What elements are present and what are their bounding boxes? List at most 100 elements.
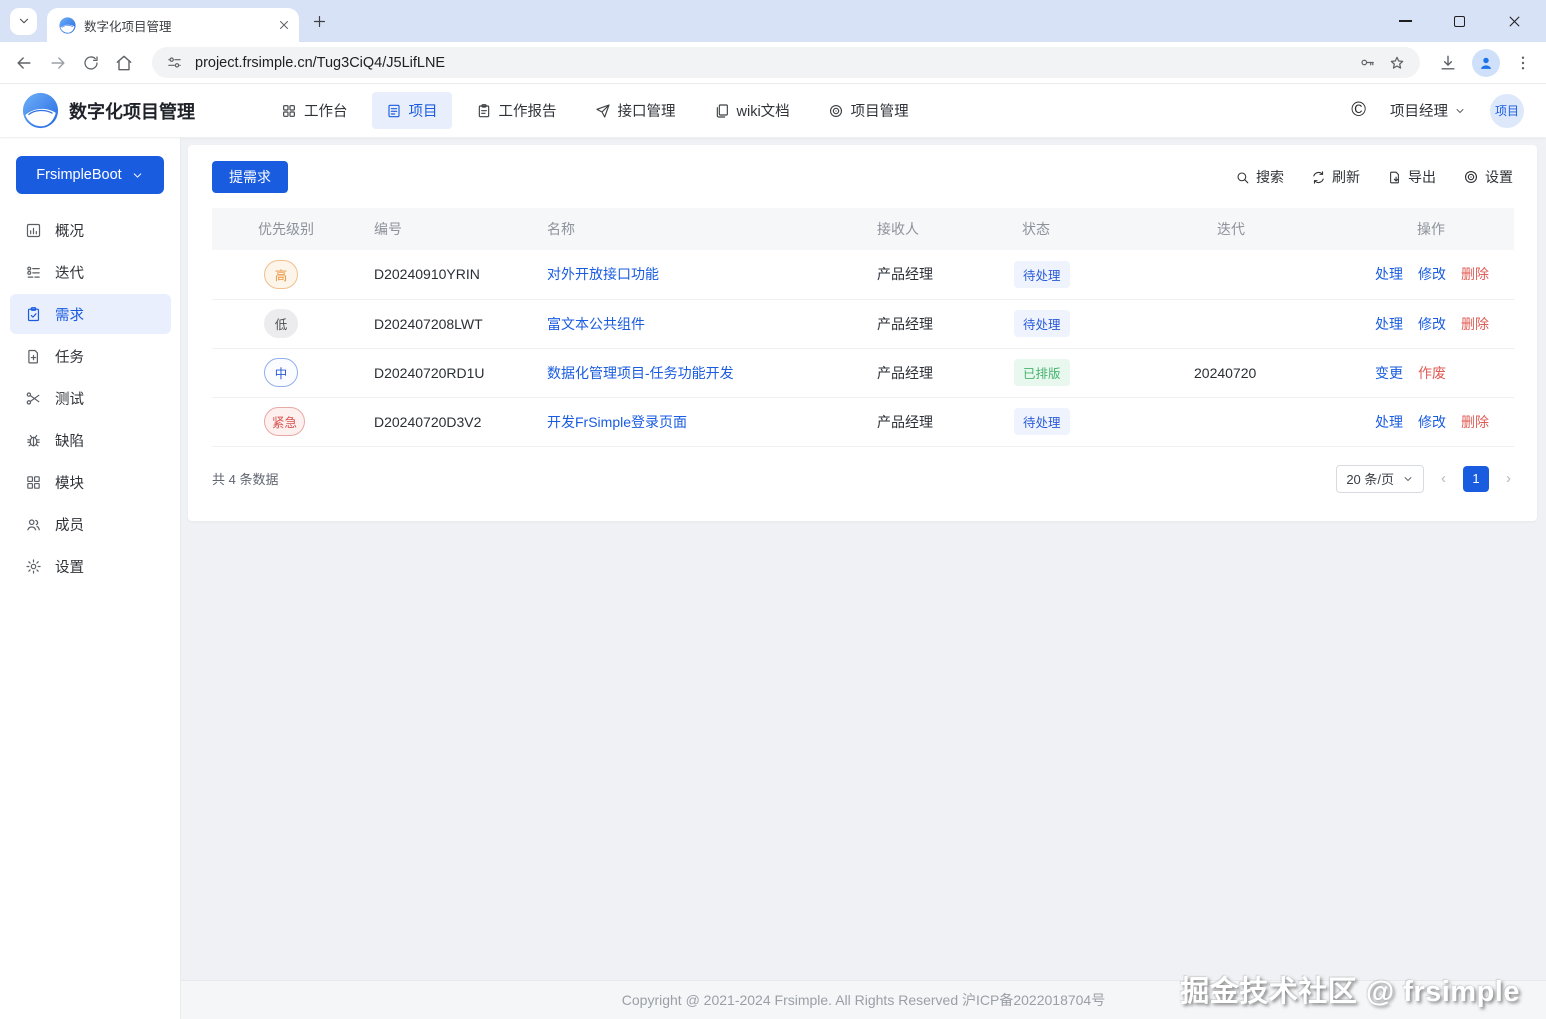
browser-tab[interactable]: 数字化项目管理 [47,8,299,42]
page-size-select[interactable]: 20 条/页 [1336,465,1424,493]
column-header: 迭代 [1182,208,1362,250]
sidebar-menu: 概况迭代需求任务测试缺陷模块成员设置 [0,210,180,586]
row-action-link[interactable]: 删除 [1461,316,1489,332]
add-requirement-button[interactable]: 提需求 [212,161,288,193]
sidebar-item-member[interactable]: 成员 [10,504,171,544]
requirements-table: 优先级别编号名称接收人状态迭代操作 高D20240910YRIN对外开放接口功能… [212,208,1514,447]
browser-profile-avatar[interactable] [1472,49,1500,77]
gear-icon [25,558,42,575]
next-page-button[interactable]: › [1504,470,1513,487]
app-header: 数字化项目管理 工作台项目工作报告接口管理wiki文档项目管理 © 项目经理 项… [0,84,1546,138]
row-action-link[interactable]: 删除 [1461,266,1489,282]
tab-close-icon[interactable] [277,18,291,32]
iteration-cell [1182,299,1362,348]
reload-icon[interactable] [82,54,100,72]
search-action-button[interactable]: 搜索 [1235,167,1284,187]
sidebar-item-module[interactable]: 模块 [10,462,171,502]
tab-search-chevron-button[interactable] [10,8,37,35]
iteration-icon [25,264,42,281]
row-action-link[interactable]: 处理 [1375,266,1403,282]
user-avatar[interactable]: 项目 [1490,94,1524,128]
chevron-down-icon [1402,473,1414,485]
bug-icon [25,432,42,449]
row-action-link[interactable]: 删除 [1461,414,1489,430]
sidebar-item-iteration[interactable]: 迭代 [10,252,171,292]
copyright-text: Copyright @ 2021-2024 Frsimple. All Righ… [622,990,1105,1010]
window-close-button[interactable] [1507,14,1522,29]
window-minimize-button[interactable] [1399,20,1412,22]
requirement-name-link[interactable]: 富文本公共组件 [547,316,645,332]
nav-item-workbench[interactable]: 工作台 [267,92,362,129]
sidebar-item-task[interactable]: 任务 [10,336,171,376]
search-icon [1235,170,1250,185]
sidebar-item-requirement[interactable]: 需求 [10,294,171,334]
window-maximize-button[interactable] [1454,16,1465,27]
nav-item-label: wiki文档 [737,100,790,121]
tab-title: 数字化项目管理 [84,16,269,35]
project-selector-button[interactable]: FrsimpleBoot [16,156,164,194]
site-settings-icon[interactable] [166,54,183,71]
row-action-link[interactable]: 作废 [1418,365,1446,381]
nav-item-wiki-docs[interactable]: wiki文档 [700,92,804,129]
copyright-icon[interactable]: © [1351,99,1366,122]
refresh-action-button[interactable]: 刷新 [1311,167,1360,187]
target-icon [828,103,844,119]
task-icon [25,348,42,365]
row-action-link[interactable]: 修改 [1418,414,1446,430]
new-tab-button[interactable] [311,13,328,30]
nav-item-project[interactable]: 项目 [372,92,452,129]
user-role-label: 项目经理 [1390,100,1448,121]
address-bar[interactable]: project.frsimple.cn/Tug3CiQ4/J5LifLNE [152,47,1420,78]
row-action-link[interactable]: 修改 [1418,266,1446,282]
sidebar-item-settings[interactable]: 设置 [10,546,171,586]
requirement-name-link[interactable]: 数据化管理项目-任务功能开发 [547,365,734,381]
nav-item-api-management[interactable]: 接口管理 [581,92,690,129]
scissors-icon [25,390,42,407]
sidebar-item-defect[interactable]: 缺陷 [10,420,171,460]
bookmark-star-icon[interactable] [1388,54,1406,72]
forward-icon[interactable] [48,53,68,73]
action-label: 刷新 [1332,167,1360,187]
column-header: 编号 [362,208,532,250]
export-action-button[interactable]: 导出 [1387,167,1436,187]
pagination: 共 4 条数据 20 条/页 ‹ 1 › [212,465,1513,493]
requirement-name-link[interactable]: 对外开放接口功能 [547,266,659,282]
row-action-link[interactable]: 变更 [1375,365,1403,381]
prev-page-button[interactable]: ‹ [1439,470,1448,487]
module-icon [25,474,42,491]
url-text: project.frsimple.cn/Tug3CiQ4/J5LifLNE [195,55,1347,71]
home-icon[interactable] [114,53,134,73]
row-action-link[interactable]: 处理 [1375,414,1403,430]
watermark-text: 掘金技术社区 @ frsimple [1180,968,1520,1010]
browser-menu-icon[interactable] [1514,54,1532,72]
settings-action-button[interactable]: 设置 [1463,167,1513,187]
sidebar-item-test[interactable]: 测试 [10,378,171,418]
downloads-icon[interactable] [1438,53,1458,73]
current-page-button[interactable]: 1 [1463,466,1489,492]
user-role-dropdown[interactable]: 项目经理 [1390,100,1466,121]
nav-item-project-management[interactable]: 项目管理 [814,92,923,129]
nav-item-label: 项目管理 [851,100,909,121]
requirement-name-link[interactable]: 开发FrSimple登录页面 [547,414,687,430]
sidebar-item-label: 测试 [55,388,84,409]
sidebar-item-label: 任务 [55,346,84,367]
priority-badge: 低 [264,309,298,338]
row-action-link[interactable]: 处理 [1375,316,1403,332]
status-badge: 待处理 [1014,310,1070,337]
nav-item-label: 接口管理 [618,100,676,121]
browser-tab-strip: 数字化项目管理 [0,0,1546,42]
action-label: 搜索 [1256,167,1284,187]
priority-badge: 紧急 [264,407,305,436]
top-navigation: 工作台项目工作报告 接口管理 wiki文档 项目管理 [267,92,923,129]
nav-item-work-report[interactable]: 工作报告 [462,92,571,129]
row-action-link[interactable]: 修改 [1418,316,1446,332]
iteration-cell [1182,397,1362,446]
actions-cell: 处理修改删除 [1362,299,1514,348]
target-icon [1463,169,1479,185]
back-icon[interactable] [14,53,34,73]
sidebar-item-overview[interactable]: 概况 [10,210,171,250]
pages-icon [714,103,730,119]
sidebar-item-label: 缺陷 [55,430,84,451]
password-key-icon[interactable] [1359,54,1376,71]
refresh-icon [1311,170,1326,185]
